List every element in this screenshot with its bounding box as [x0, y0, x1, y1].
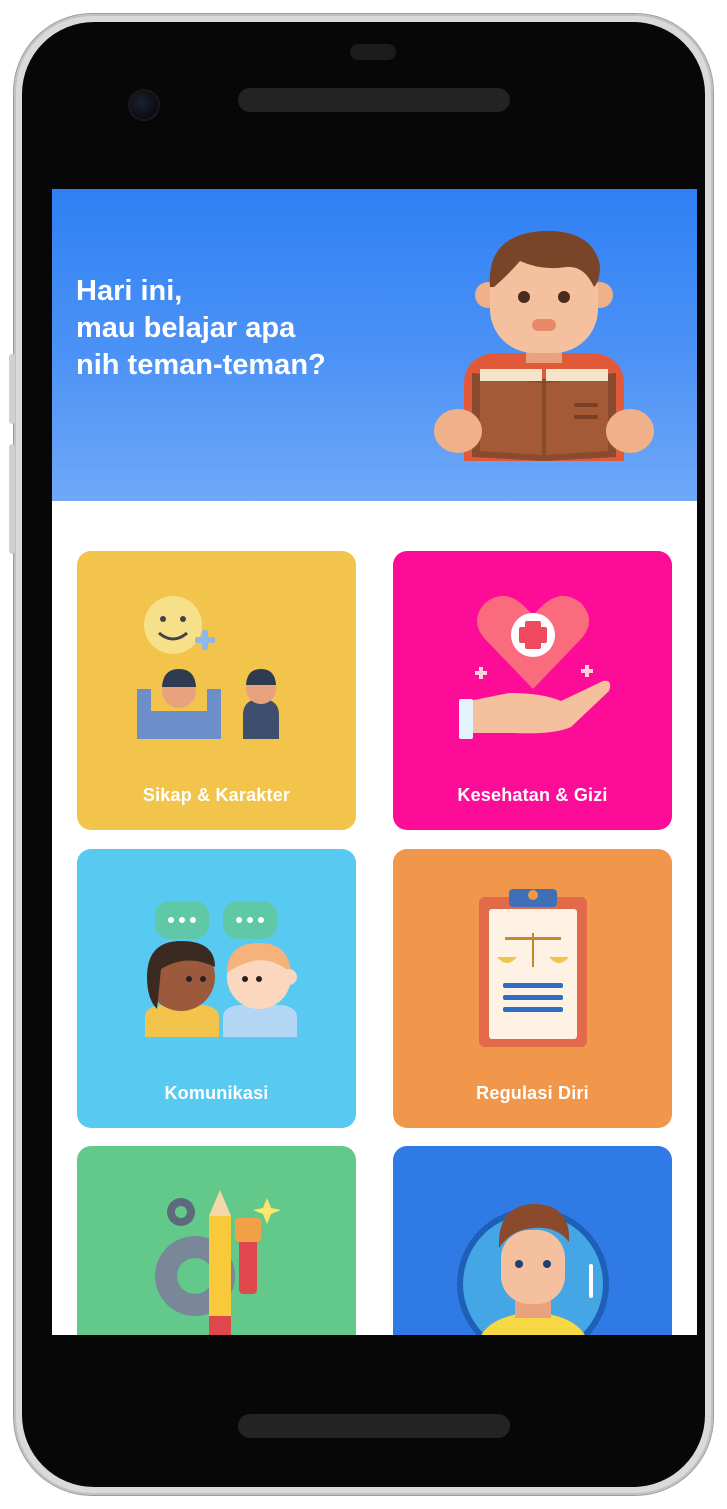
- side-button: [9, 354, 15, 424]
- front-camera: [128, 89, 160, 121]
- bottom-speaker: [238, 1414, 510, 1438]
- boy-avatar-icon: [457, 1204, 609, 1335]
- pencil-gear-icon: [155, 1190, 281, 1335]
- category-card-sikap-karakter[interactable]: Sikap & Karakter: [77, 551, 356, 830]
- category-card-5[interactable]: [77, 1146, 356, 1335]
- hero-line: mau belajar apa: [76, 312, 296, 344]
- category-card-regulasi-diri[interactable]: Regulasi Diri: [393, 849, 672, 1128]
- hero-banner: Hari ini, mau belajar apa nih teman-tema…: [52, 189, 697, 501]
- category-card-kesehatan-gizi[interactable]: Kesehatan & Gizi: [393, 551, 672, 830]
- category-label: Komunikasi: [164, 1083, 269, 1103]
- sensor: [350, 44, 396, 60]
- category-label: Kesehatan & Gizi: [457, 785, 608, 805]
- app-screen: Hari ini, mau belajar apa nih teman-tema…: [52, 189, 697, 1335]
- category-label: Regulasi Diri: [476, 1083, 589, 1103]
- hero-line: Hari ini,: [76, 275, 183, 307]
- category-label: Sikap & Karakter: [142, 785, 291, 805]
- side-button: [9, 444, 15, 554]
- hero-line: nih teman-teman?: [76, 349, 326, 381]
- category-card-6[interactable]: [393, 1146, 672, 1335]
- reading-boy-illustration: [434, 230, 654, 461]
- category-card-komunikasi[interactable]: Komunikasi: [77, 849, 356, 1128]
- hero-title: Hari ini, mau belajar apa nih teman-tema…: [76, 273, 406, 384]
- earpiece-speaker: [238, 88, 510, 112]
